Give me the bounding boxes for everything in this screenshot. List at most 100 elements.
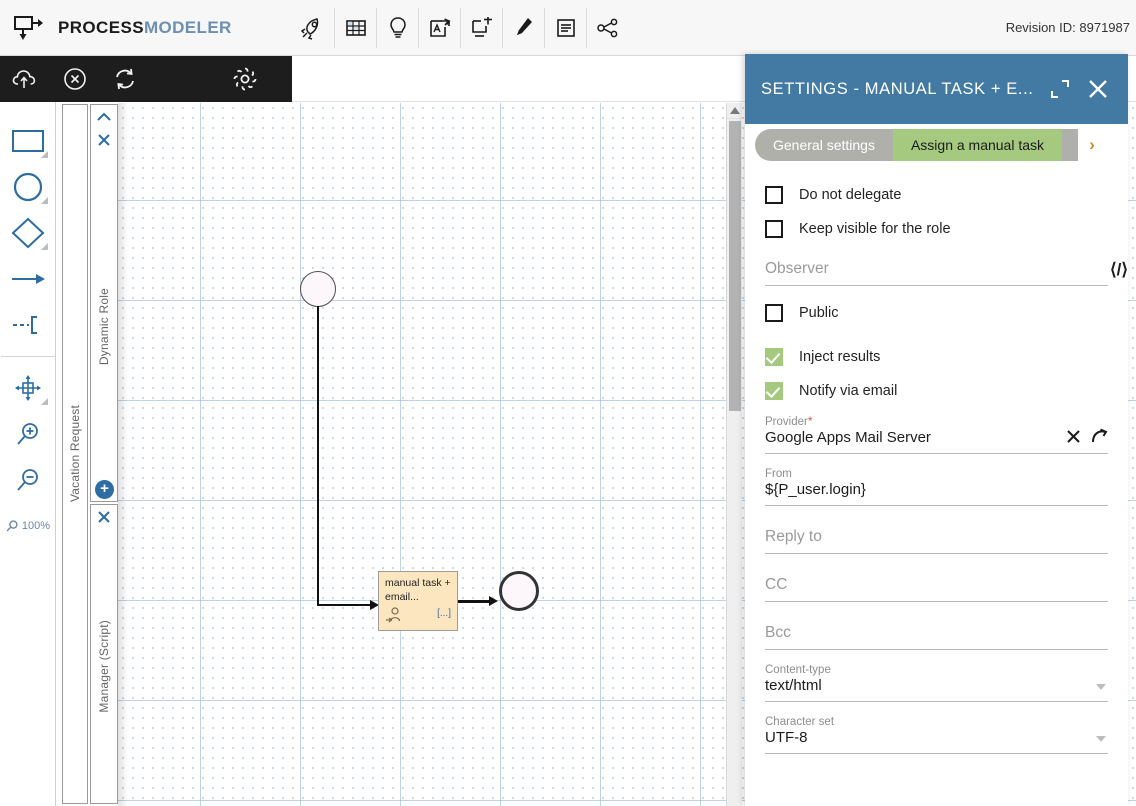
close-circle-icon[interactable] bbox=[50, 56, 100, 102]
manual-task-node[interactable]: manual task + email... [...] bbox=[378, 571, 458, 631]
code-editor-icon[interactable]: ⟨/⟩ bbox=[1110, 260, 1128, 280]
settings-tabs: General settings Assign a manual task › bbox=[745, 124, 1128, 162]
settings-panel-title: SETTINGS - MANUAL TASK + E... bbox=[761, 79, 1034, 98]
grid-icon[interactable] bbox=[334, 7, 376, 48]
manual-task-annotation-marker: [...] bbox=[437, 608, 451, 620]
marker-icon[interactable] bbox=[502, 7, 544, 48]
move-tool[interactable] bbox=[2, 365, 54, 411]
editor-action-bar bbox=[0, 56, 292, 102]
checkbox-inject-results[interactable]: Inject results bbox=[765, 348, 1108, 366]
character-set-select[interactable]: UTF-8 bbox=[765, 729, 1108, 754]
field-bcc[interactable]: Bcc bbox=[765, 624, 1108, 650]
pool-label: Vacation Request bbox=[68, 405, 82, 503]
checkbox-keep-visible-for-the-role[interactable]: Keep visible for the role bbox=[765, 220, 1108, 238]
checkbox-label: Public bbox=[799, 305, 839, 321]
end-event[interactable] bbox=[499, 571, 539, 611]
settings-panel: SETTINGS - MANUAL TASK + E... General se… bbox=[745, 54, 1128, 806]
canvas-vertical-scrollbar[interactable] bbox=[726, 103, 743, 806]
scroll-up-arrow-icon[interactable] bbox=[727, 103, 743, 119]
checkbox-box[interactable] bbox=[765, 220, 783, 238]
tab-next-arrow-icon[interactable]: › bbox=[1078, 129, 1106, 161]
pdf-export-icon[interactable] bbox=[418, 7, 460, 48]
revision-id: Revision ID: 8971987 bbox=[1005, 20, 1130, 35]
app-title: PROCESSMODELER bbox=[58, 18, 232, 38]
settings-panel-body[interactable]: Do not delegate Keep visible for the rol… bbox=[745, 162, 1128, 806]
content-type-select[interactable]: text/html bbox=[765, 677, 1108, 702]
bcc-input[interactable]: Bcc bbox=[765, 624, 1108, 650]
lane-label-dynamic-role: Dynamic Role bbox=[97, 287, 111, 366]
diamond-tool[interactable] bbox=[2, 210, 54, 256]
settings-panel-header: SETTINGS - MANUAL TASK + E... bbox=[745, 54, 1128, 124]
rectangle-tool-expand-icon[interactable] bbox=[40, 151, 48, 158]
pool-vacation-request[interactable]: Vacation Request bbox=[62, 104, 88, 804]
tab-general-settings[interactable]: General settings bbox=[755, 129, 893, 161]
zoom-out-tool[interactable] bbox=[2, 457, 54, 503]
dashed-connector-tool[interactable] bbox=[2, 302, 54, 348]
chevron-up-icon[interactable] bbox=[96, 110, 112, 128]
provider-input[interactable]: Google Apps Mail Server bbox=[765, 429, 1108, 454]
checkbox-label: Inject results bbox=[799, 349, 881, 365]
start-event[interactable] bbox=[300, 271, 336, 307]
reply-to-input[interactable]: Reply to bbox=[765, 528, 1108, 554]
checkbox-box[interactable] bbox=[765, 382, 783, 400]
lightbulb-icon[interactable] bbox=[376, 7, 418, 48]
field-cc[interactable]: CC bbox=[765, 576, 1108, 602]
field-content-type[interactable]: Content-type text/html bbox=[765, 664, 1108, 702]
tab-overflow-stub[interactable] bbox=[1062, 129, 1079, 161]
move-tool-expand-icon[interactable] bbox=[40, 398, 48, 405]
lane-manager-script[interactable]: Manager (Script) bbox=[90, 504, 118, 804]
toolbar-icon-group bbox=[292, 7, 628, 48]
flow-start-to-task-horizontal[interactable] bbox=[317, 604, 375, 606]
cc-input[interactable]: CC bbox=[765, 576, 1108, 602]
add-lane-button[interactable]: + bbox=[95, 480, 114, 499]
scrollbar-thumb[interactable] bbox=[729, 121, 741, 411]
share-graph-icon[interactable] bbox=[586, 7, 628, 48]
app-brand: PROCESSMODELER bbox=[0, 14, 292, 42]
checkbox-do-not-delegate[interactable]: Do not delegate bbox=[765, 186, 1108, 204]
zoom-level-indicator[interactable]: 100% bbox=[2, 503, 54, 549]
checkbox-notify-via-email[interactable]: Notify via email bbox=[765, 382, 1108, 400]
lane-label-manager-script: Manager (Script) bbox=[97, 619, 111, 713]
add-panel-icon[interactable] bbox=[460, 7, 502, 48]
lane-close-icon[interactable] bbox=[97, 510, 111, 529]
clear-icon[interactable] bbox=[1066, 429, 1081, 444]
checkbox-label: Do not delegate bbox=[799, 187, 902, 203]
field-character-set[interactable]: Character set UTF-8 bbox=[765, 716, 1108, 754]
checkbox-label: Keep visible for the role bbox=[799, 221, 951, 237]
expand-icon[interactable] bbox=[1046, 75, 1074, 103]
manual-task-label: manual task + email... bbox=[385, 577, 451, 603]
checkbox-box[interactable] bbox=[765, 304, 783, 322]
checkbox-public[interactable]: Public bbox=[765, 304, 1108, 322]
lane-title-wrap: Manager (Script) bbox=[97, 529, 111, 803]
circle-tool[interactable] bbox=[2, 164, 54, 210]
lane-dynamic-role[interactable]: Dynamic Role bbox=[90, 104, 118, 502]
lane-close-icon[interactable] bbox=[97, 133, 111, 152]
chevron-down-icon[interactable] bbox=[1096, 736, 1106, 742]
from-input[interactable]: ${P_user.login} bbox=[765, 481, 1108, 506]
checkbox-box[interactable] bbox=[765, 186, 783, 204]
rectangle-tool[interactable] bbox=[2, 118, 54, 164]
gear-icon[interactable] bbox=[220, 56, 270, 102]
cloud-upload-icon[interactable] bbox=[0, 56, 50, 102]
process-modeler-window: PROCESSMODELER Revision ID: 8971987 100%… bbox=[0, 0, 1136, 806]
field-observer[interactable]: Observer ⟨/⟩ bbox=[765, 260, 1128, 286]
diamond-tool-expand-icon[interactable] bbox=[40, 243, 48, 250]
arrow-tool[interactable] bbox=[2, 256, 54, 302]
zoom-in-tool[interactable] bbox=[2, 411, 54, 457]
redo-arrow-icon[interactable] bbox=[1091, 428, 1108, 444]
flow-start-to-task[interactable] bbox=[317, 306, 319, 606]
observer-input[interactable]: Observer bbox=[765, 260, 1108, 286]
content-type-label: Content-type bbox=[765, 664, 831, 676]
checkbox-box[interactable] bbox=[765, 348, 783, 366]
manual-task-person-icon bbox=[385, 607, 403, 628]
close-icon[interactable] bbox=[1084, 75, 1112, 103]
chevron-down-icon[interactable] bbox=[1096, 684, 1106, 690]
document-icon[interactable] bbox=[544, 7, 586, 48]
field-reply-to[interactable]: Reply to bbox=[765, 528, 1108, 554]
rocket-icon[interactable] bbox=[292, 8, 334, 48]
tab-assign-manual-task[interactable]: Assign a manual task bbox=[892, 129, 1063, 161]
field-provider[interactable]: Provider* Google Apps Mail Server bbox=[765, 416, 1108, 454]
circle-tool-expand-icon[interactable] bbox=[40, 197, 48, 204]
sync-icon[interactable] bbox=[100, 56, 150, 102]
field-from[interactable]: From ${P_user.login} bbox=[765, 468, 1108, 506]
